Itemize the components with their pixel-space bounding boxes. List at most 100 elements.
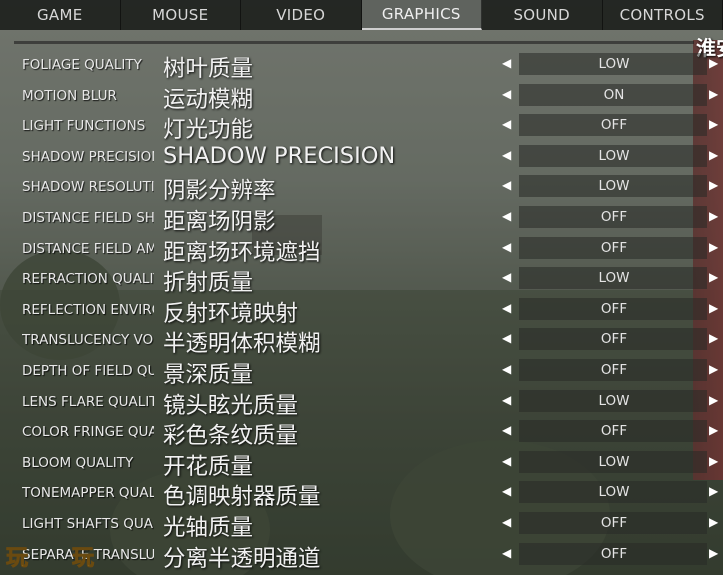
arrow-right-icon[interactable]: ▶ bbox=[709, 87, 718, 101]
arrow-left-icon[interactable]: ◀ bbox=[502, 240, 511, 254]
arrow-right-icon[interactable]: ▶ bbox=[709, 393, 718, 407]
setting-row[interactable]: BLOOM QUALITY 开花质量 ◀ LOW ▶ bbox=[14, 449, 718, 480]
setting-row[interactable]: LIGHT FUNCTIONS 灯光功能 ◀ OFF ▶ bbox=[14, 112, 718, 143]
setting-translation: 景深质量 bbox=[163, 362, 254, 388]
arrow-left-icon[interactable]: ◀ bbox=[502, 454, 511, 468]
arrow-left-icon[interactable]: ◀ bbox=[502, 178, 511, 192]
tab-game[interactable]: GAME bbox=[0, 0, 121, 30]
arrow-right-icon[interactable]: ▶ bbox=[709, 148, 718, 162]
arrow-left-icon[interactable]: ◀ bbox=[502, 87, 511, 101]
tab-sound[interactable]: SOUND bbox=[482, 0, 603, 30]
arrow-right-icon[interactable]: ▶ bbox=[709, 515, 718, 529]
setting-row[interactable]: LIGHT SHAFTS QUAL 光轴质量 ◀ OFF ▶ bbox=[14, 510, 718, 541]
arrow-right-icon[interactable]: ▶ bbox=[709, 240, 718, 254]
arrow-left-icon[interactable]: ◀ bbox=[502, 301, 511, 315]
tab-video[interactable]: VIDEO bbox=[241, 0, 362, 30]
setting-translation: 距离场阴影 bbox=[163, 209, 276, 235]
arrow-right-icon[interactable]: ▶ bbox=[709, 546, 718, 560]
setting-value[interactable]: OFF bbox=[519, 209, 709, 225]
setting-label: LIGHT FUNCTIONS bbox=[22, 118, 146, 135]
setting-translation: 灯光功能 bbox=[163, 117, 254, 144]
setting-translation: 阴影分辨率 bbox=[163, 178, 276, 205]
arrow-right-icon[interactable]: ▶ bbox=[709, 301, 718, 315]
setting-value[interactable]: ON bbox=[519, 87, 709, 103]
arrow-left-icon[interactable]: ◀ bbox=[502, 393, 511, 407]
setting-label: DISTANCE FIELD AM bbox=[22, 240, 154, 257]
arrow-left-icon[interactable]: ◀ bbox=[502, 331, 511, 345]
setting-label: DEPTH OF FIELD QUA bbox=[22, 363, 154, 379]
svg-text:玩: 玩 bbox=[72, 546, 94, 571]
tab-controls[interactable]: CONTROLS bbox=[602, 0, 723, 30]
setting-translation: 折射质量 bbox=[163, 270, 254, 297]
setting-row[interactable]: COLOR FRINGE QUAL 彩色条纹质量 ◀ OFF ▶ bbox=[14, 418, 718, 449]
setting-value[interactable]: OFF bbox=[519, 515, 709, 531]
svg-text:玩: 玩 bbox=[6, 546, 28, 571]
setting-label: SHADOW PRECISION bbox=[22, 148, 154, 165]
setting-row[interactable]: SEPARATE TRANSLU 分离半透明通道 ◀ OFF ▶ bbox=[14, 541, 718, 572]
setting-label: REFLECTION ENVIRO bbox=[22, 301, 154, 318]
arrow-left-icon[interactable]: ◀ bbox=[502, 148, 511, 162]
setting-label: TONEMAPPER QUALI bbox=[22, 485, 154, 502]
arrow-left-icon[interactable]: ◀ bbox=[502, 546, 511, 560]
setting-value[interactable]: OFF bbox=[519, 546, 709, 562]
setting-row[interactable]: DEPTH OF FIELD QUA 景深质量 ◀ OFF ▶ bbox=[14, 357, 718, 388]
settings-tab-bar: GAME MOUSE VIDEO GRAPHICS SOUND CONTROLS bbox=[0, 0, 723, 30]
setting-value[interactable]: OFF bbox=[519, 240, 709, 256]
setting-value[interactable]: LOW bbox=[519, 56, 709, 72]
setting-value[interactable]: OFF bbox=[519, 423, 709, 439]
tab-mouse[interactable]: MOUSE bbox=[120, 0, 241, 30]
setting-row[interactable]: MOTION BLUR 运动模糊 ◀ ON ▶ bbox=[14, 82, 718, 113]
arrow-right-icon[interactable]: ▶ bbox=[709, 209, 718, 223]
setting-value[interactable]: OFF bbox=[519, 331, 709, 347]
setting-translation: SHADOW PRECISION bbox=[163, 142, 396, 169]
setting-translation: 树叶质量 bbox=[163, 56, 254, 82]
setting-value[interactable]: LOW bbox=[519, 178, 709, 194]
setting-label: SHADOW RESOLUTIO bbox=[22, 179, 154, 196]
arrow-right-icon[interactable]: ▶ bbox=[709, 484, 718, 498]
arrow-right-icon[interactable]: ▶ bbox=[709, 178, 718, 192]
arrow-right-icon[interactable]: ▶ bbox=[709, 362, 718, 376]
setting-translation: 分离半透明通道 bbox=[163, 545, 321, 572]
setting-row[interactable]: SHADOW PRECISION SHADOW PRECISION ◀ LOW ▶ bbox=[14, 142, 718, 171]
setting-value[interactable]: LOW bbox=[519, 148, 709, 164]
setting-translation: 镜头眩光质量 bbox=[163, 392, 299, 419]
arrow-right-icon[interactable]: ▶ bbox=[709, 454, 718, 468]
arrow-left-icon[interactable]: ◀ bbox=[502, 270, 511, 284]
setting-row[interactable]: REFLECTION ENVIRO 反射环境映射 ◀ OFF ▶ bbox=[14, 296, 718, 327]
setting-translation: 距离场环境遮挡 bbox=[163, 239, 321, 266]
setting-row[interactable]: FOLIAGE QUALITY 树叶质量 ◀ LOW ▶ bbox=[14, 51, 718, 82]
setting-value[interactable]: OFF bbox=[519, 117, 709, 133]
setting-value[interactable]: OFF bbox=[519, 301, 709, 317]
arrow-left-icon[interactable]: ◀ bbox=[502, 484, 511, 498]
arrow-left-icon[interactable]: ◀ bbox=[502, 117, 511, 131]
setting-row[interactable]: TONEMAPPER QUALI 色调映射器质量 ◀ LOW ▶ bbox=[14, 479, 718, 510]
arrow-left-icon[interactable]: ◀ bbox=[502, 56, 511, 70]
setting-row[interactable]: DISTANCE FIELD AM 距离场环境遮挡 ◀ OFF ▶ bbox=[14, 235, 718, 266]
setting-row[interactable]: SHADOW RESOLUTIO 阴影分辨率 ◀ LOW ▶ bbox=[14, 173, 718, 204]
list-top-divider bbox=[14, 41, 694, 44]
setting-row[interactable]: DISTANCE FIELD SHA 距离场阴影 ◀ OFF ▶ bbox=[14, 204, 718, 235]
arrow-right-icon[interactable]: ▶ bbox=[709, 331, 718, 345]
arrow-right-icon[interactable]: ▶ bbox=[709, 423, 718, 437]
tab-graphics[interactable]: GRAPHICS bbox=[361, 0, 482, 30]
setting-value[interactable]: LOW bbox=[519, 454, 709, 470]
setting-row[interactable]: TRANSLUCENCY VOL 半透明体积模糊 ◀ OFF ▶ bbox=[14, 326, 718, 357]
arrow-right-icon[interactable]: ▶ bbox=[709, 56, 718, 70]
arrow-left-icon[interactable]: ◀ bbox=[502, 209, 511, 223]
setting-translation: 运动模糊 bbox=[163, 86, 254, 113]
setting-translation: 半透明体积模糊 bbox=[163, 331, 321, 358]
arrow-left-icon[interactable]: ◀ bbox=[502, 362, 511, 376]
arrow-right-icon[interactable]: ▶ bbox=[709, 270, 718, 284]
setting-value[interactable]: LOW bbox=[519, 484, 709, 500]
arrow-right-icon[interactable]: ▶ bbox=[709, 117, 718, 131]
setting-row[interactable]: LENS FLARE QUALITY 镜头眩光质量 ◀ LOW ▶ bbox=[14, 388, 718, 419]
arrow-left-icon[interactable]: ◀ bbox=[502, 515, 511, 529]
setting-value[interactable]: OFF bbox=[519, 362, 709, 378]
setting-label: BLOOM QUALITY bbox=[22, 454, 134, 471]
arrow-left-icon[interactable]: ◀ bbox=[502, 423, 511, 437]
setting-value[interactable]: LOW bbox=[519, 393, 709, 409]
setting-value[interactable]: LOW bbox=[519, 270, 709, 286]
setting-label: DISTANCE FIELD SHA bbox=[22, 210, 154, 226]
setting-row[interactable]: REFRACTION QUALIT 折射质量 ◀ LOW ▶ bbox=[14, 265, 718, 296]
setting-translation: 反射环境映射 bbox=[163, 300, 299, 327]
